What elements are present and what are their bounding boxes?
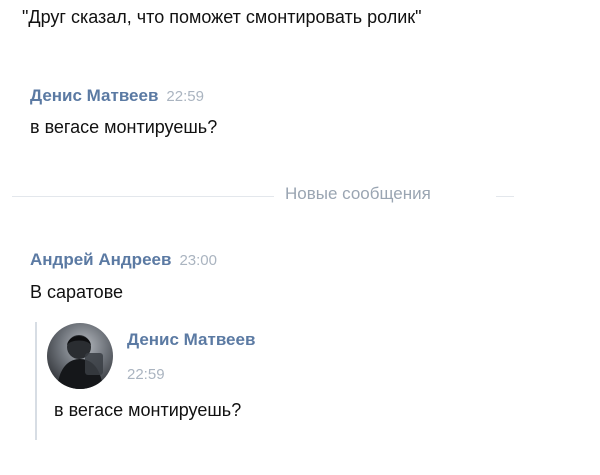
message-header: Денис Матвеев 22:59: [30, 86, 204, 106]
message-author[interactable]: Андрей Андреев: [30, 250, 171, 269]
message-text: В саратове: [30, 282, 124, 302]
divider-line-left: [12, 196, 274, 197]
forwarded-time[interactable]: 22:59: [127, 366, 165, 383]
forwarded-author[interactable]: Денис Матвеев: [127, 330, 255, 349]
divider-line-right: [496, 196, 514, 197]
avatar[interactable]: [47, 323, 113, 389]
divider-label: Новые сообщения: [285, 184, 431, 203]
quote-bar: [35, 322, 37, 440]
message-header: Андрей Андреев 23:00: [30, 250, 217, 270]
message-time[interactable]: 23:00: [179, 252, 217, 269]
user-avatar-photo-icon: [47, 323, 113, 389]
message-author[interactable]: Денис Матвеев: [30, 86, 158, 105]
message-time[interactable]: 22:59: [166, 88, 204, 105]
forwarded-time-row: 22:59: [127, 366, 165, 384]
message-text: в вегасе монтируешь?: [30, 117, 218, 137]
forwarded-header: Денис Матвеев: [127, 330, 255, 350]
post-caption: "Друг сказал, что поможет смонтировать р…: [22, 7, 422, 27]
forwarded-text: в вегасе монтируешь?: [54, 400, 242, 420]
